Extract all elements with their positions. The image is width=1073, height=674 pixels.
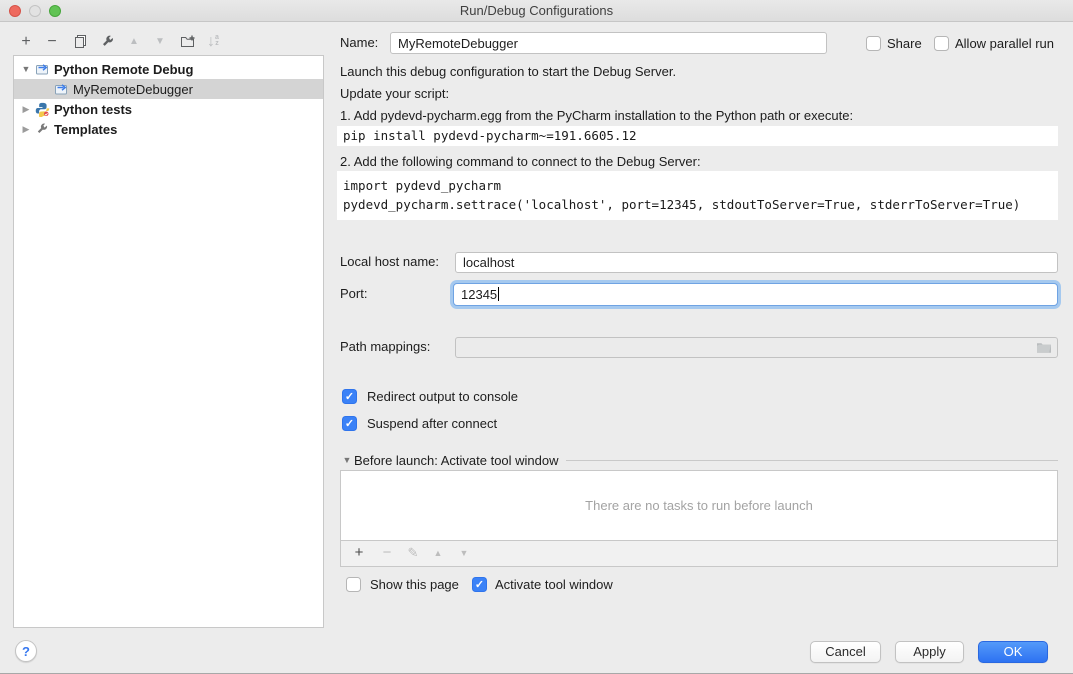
zoom-button[interactable]	[49, 5, 61, 17]
tree-item-label: Python Remote Debug	[54, 62, 193, 77]
intro-text: Launch this debug configuration to start…	[340, 62, 676, 82]
text-caret	[498, 287, 499, 301]
no-tasks-text: There are no tasks to run before launch	[341, 471, 1057, 540]
path-mappings-label: Path mappings:	[340, 337, 430, 357]
tasks-toolbar: + − ✎ ▲ ▼	[340, 541, 1058, 567]
check-icon: ✓	[345, 418, 354, 430]
allow-parallel-run-checkbox[interactable]	[934, 36, 949, 51]
python-logo-icon	[35, 102, 50, 117]
run-config-icon	[35, 62, 50, 77]
show-this-page-label: Show this page	[370, 575, 459, 595]
port-value: 12345	[461, 287, 497, 302]
twisty-expanded-icon[interactable]: ▼	[340, 455, 354, 465]
add-configuration-icon[interactable]: +	[16, 32, 36, 52]
run-config-icon	[54, 82, 69, 97]
cancel-button[interactable]: Cancel	[810, 641, 881, 663]
share-label: Share	[887, 34, 922, 54]
suspend-after-connect-label: Suspend after connect	[367, 414, 497, 434]
copy-configuration-icon[interactable]	[70, 32, 90, 52]
move-task-up-icon[interactable]: ▲	[428, 543, 448, 563]
move-down-icon[interactable]: ▼	[150, 32, 170, 52]
suspend-after-connect-checkbox[interactable]: ✓	[342, 416, 357, 431]
local-host-name-input[interactable]	[455, 252, 1058, 273]
tree-item-myremotedebugger[interactable]: MyRemoteDebugger	[14, 79, 323, 99]
activate-tool-window-label: Activate tool window	[495, 575, 613, 595]
share-checkbox[interactable]	[866, 36, 881, 51]
sort-alphabetically-icon[interactable]: ↓az	[203, 32, 223, 52]
remove-task-icon[interactable]: −	[377, 543, 397, 563]
before-launch-header: ▼ Before launch: Activate tool window	[340, 450, 1058, 470]
port-label: Port:	[340, 284, 367, 304]
close-button[interactable]	[9, 5, 21, 17]
port-input[interactable]: 12345	[453, 283, 1058, 306]
update-script-text: Update your script:	[340, 84, 449, 104]
pip-install-code: pip install pydevd-pycharm~=191.6605.12	[337, 126, 1058, 146]
before-launch-tasks-list[interactable]: There are no tasks to run before launch	[340, 470, 1058, 541]
window-title: Run/Debug Configurations	[0, 0, 1073, 21]
allow-parallel-run-label: Allow parallel run	[955, 34, 1054, 54]
check-icon: ✓	[345, 391, 354, 403]
path-mappings-input[interactable]	[455, 337, 1058, 358]
tree-item-label: Python tests	[54, 102, 132, 117]
code-line-import: import pydevd_pycharm	[343, 178, 501, 193]
check-icon: ✓	[475, 579, 484, 591]
local-host-name-label: Local host name:	[340, 252, 439, 272]
name-input[interactable]	[390, 32, 827, 54]
twisty-expanded-icon[interactable]: ▼	[19, 64, 33, 74]
twisty-collapsed-icon[interactable]: ▶	[19, 104, 33, 115]
move-up-icon[interactable]: ▲	[124, 32, 144, 52]
add-task-icon[interactable]: +	[349, 543, 369, 563]
settrace-code-block: import pydevd_pycharm pydevd_pycharm.sett…	[337, 171, 1058, 220]
wrench-icon	[35, 122, 50, 137]
tree-item-python-tests[interactable]: ▶ Python tests	[14, 99, 323, 119]
step2-text: 2. Add the following command to connect …	[340, 152, 701, 172]
apply-button[interactable]: Apply	[895, 641, 964, 663]
browse-folder-icon[interactable]	[1036, 340, 1052, 357]
new-folder-icon[interactable]	[178, 32, 198, 52]
section-divider	[566, 460, 1058, 461]
edit-task-icon[interactable]: ✎	[403, 543, 423, 563]
tree-item-templates[interactable]: ▶ Templates	[14, 119, 323, 139]
help-button[interactable]: ?	[15, 640, 37, 662]
tree-item-label: MyRemoteDebugger	[73, 82, 193, 97]
name-label: Name:	[340, 33, 378, 53]
show-this-page-checkbox[interactable]	[346, 577, 361, 592]
tree-item-label: Templates	[54, 122, 117, 137]
edit-templates-wrench-icon[interactable]	[97, 32, 117, 52]
twisty-collapsed-icon[interactable]: ▶	[19, 124, 33, 135]
step1-text: 1. Add pydevd-pycharm.egg from the PyCha…	[340, 106, 853, 126]
tree-item-python-remote-debug[interactable]: ▼ Python Remote Debug	[14, 59, 323, 79]
title-bar: Run/Debug Configurations	[0, 0, 1073, 22]
code-line-settrace: pydevd_pycharm.settrace('localhost', por…	[343, 197, 1020, 212]
run-debug-configurations-dialog: Run/Debug Configurations + − ▲ ▼ ↓az ▼ P…	[0, 0, 1073, 674]
activate-tool-window-checkbox[interactable]: ✓	[472, 577, 487, 592]
minimize-button[interactable]	[29, 5, 41, 17]
configurations-tree: ▼ Python Remote Debug MyRemoteDebugger ▶…	[13, 55, 324, 628]
ok-button[interactable]: OK	[978, 641, 1048, 663]
redirect-output-checkbox[interactable]: ✓	[342, 389, 357, 404]
move-task-down-icon[interactable]: ▼	[454, 543, 474, 563]
remove-configuration-icon[interactable]: −	[42, 32, 62, 52]
before-launch-title: Before launch: Activate tool window	[354, 453, 559, 468]
redirect-output-label: Redirect output to console	[367, 387, 518, 407]
